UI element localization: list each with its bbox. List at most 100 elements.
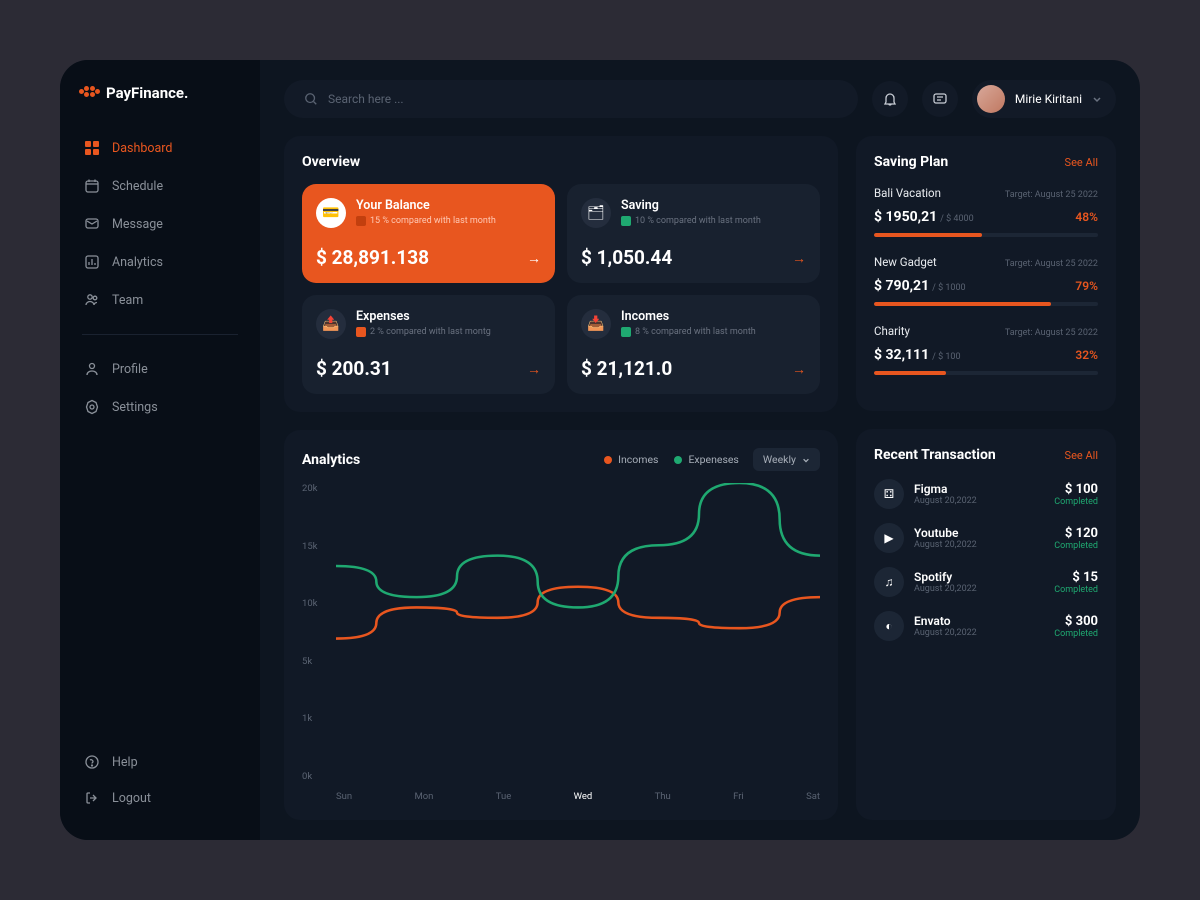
transactions-list: ⚃ FigmaAugust 20,2022 $ 100Completed ▶ Y… [874,479,1098,641]
plan-total: / $ 100 [932,352,960,362]
legend-expenses: Expeneses [674,453,738,466]
transaction-row[interactable]: ♫ SpotifyAugust 20,2022 $ 15Completed [874,567,1098,597]
card-value: $ 21,121.0 [581,357,806,380]
sidebar-item-schedule[interactable]: Schedule [72,168,248,204]
transaction-name: Youtube [914,526,1044,540]
sidebar-item-label: Dashboard [112,141,172,156]
plan-amount: $ 32,111 [874,347,929,363]
logo-icon [82,84,100,102]
overview-cards: 💳 Your Balance 15 % compared with last m… [302,184,820,394]
saving-plan[interactable]: Charity Target: August 25 2022 $ 32,111/ … [874,324,1098,375]
period-select[interactable]: Weekly [753,448,820,471]
sidebar-item-logout[interactable]: Logout [72,780,248,816]
card-sub: 15 % compared with last month [356,216,541,226]
divider [82,334,238,335]
transaction-name: Envato [914,614,1044,628]
transaction-icon: ◐ [874,611,904,641]
card-sub: 10 % compared with last month [621,216,806,226]
transaction-amount: $ 300 [1054,614,1098,629]
card-saving[interactable]: 🗂 Saving 10 % compared with last month $… [567,184,820,283]
sidebar-item-label: Logout [112,791,151,806]
transaction-amount: $ 120 [1054,526,1098,541]
transaction-row[interactable]: ◐ EnvatoAugust 20,2022 $ 300Completed [874,611,1098,641]
nav-main: Dashboard Schedule Message Analytics Tea… [60,130,260,318]
transaction-status: Completed [1054,497,1098,507]
arrow-right-icon: → [792,361,806,378]
chevron-down-icon [1092,94,1102,104]
profile-icon [84,361,100,377]
search-icon [304,92,318,106]
transaction-row[interactable]: ▶ YoutubeAugust 20,2022 $ 120Completed [874,523,1098,553]
card-label: Saving [621,198,806,213]
overview-panel: Overview 💳 Your Balance 15 % compared wi… [284,136,838,412]
card-label: Your Balance [356,198,541,213]
analytics-chart: 20k15k10k5k1k0k SunMonTueWedThuFriSat [302,483,820,802]
sidebar-item-label: Profile [112,362,148,377]
plan-name: Charity [874,324,910,338]
plan-target: Target: August 25 2022 [1005,328,1098,338]
logout-icon [84,790,100,806]
transaction-status: Completed [1054,629,1098,639]
transaction-amount: $ 15 [1054,570,1098,585]
transaction-icon: ▶ [874,523,904,553]
sidebar-item-profile[interactable]: Profile [72,351,248,387]
content-grid: Overview 💳 Your Balance 15 % compared wi… [284,136,1116,820]
progress-bar [874,371,1098,375]
sidebar-item-label: Schedule [112,179,163,194]
wallet-icon: 💳 [316,198,346,228]
messages-button[interactable] [922,81,958,117]
transaction-status: Completed [1054,541,1098,551]
sidebar-item-message[interactable]: Message [72,206,248,242]
sidebar-item-settings[interactable]: Settings [72,389,248,425]
sidebar-item-team[interactable]: Team [72,282,248,318]
transactions-see-all[interactable]: See All [1065,449,1098,462]
chevron-down-icon [802,456,810,464]
plan-name: New Gadget [874,255,937,269]
transaction-date: August 20,2022 [914,496,1044,506]
calendar-icon [84,178,100,194]
sidebar-item-label: Team [112,293,143,308]
transaction-name: Figma [914,482,1044,496]
plan-total: / $ 1000 [932,283,965,293]
sidebar-item-label: Analytics [112,255,163,270]
sidebar-item-label: Settings [112,400,158,415]
user-menu[interactable]: Mirie Kiritani [972,80,1116,118]
y-axis-labels: 20k15k10k5k1k0k [302,483,318,782]
arrow-right-icon: → [792,250,806,267]
legend-incomes: Incomes [604,453,658,466]
card-value: $ 200.31 [316,357,541,380]
logo[interactable]: PayFinance. [60,84,260,102]
card-incomes[interactable]: 📥 Incomes 8 % compared with last month $… [567,295,820,394]
help-icon [84,754,100,770]
sidebar-item-dashboard[interactable]: Dashboard [72,130,248,166]
search-input[interactable]: Search here ... [284,80,858,118]
chart-legend: Incomes Expeneses [604,453,739,466]
sidebar: PayFinance. Dashboard Schedule Message A… [60,60,260,840]
logo-text: PayFinance. [106,84,188,102]
progress-bar [874,302,1098,306]
transaction-icon: ♫ [874,567,904,597]
chart-icon [84,254,100,270]
dashboard-icon [84,140,100,156]
plan-percent: 32% [1075,348,1098,362]
saving-plan[interactable]: Bali VacationTarget: August 25 2022 $ 19… [874,186,1098,237]
saving-plan[interactable]: New GadgetTarget: August 25 2022 $ 790,2… [874,255,1098,306]
saving-see-all[interactable]: See All [1065,156,1098,169]
overview-title: Overview [302,154,820,170]
card-balance[interactable]: 💳 Your Balance 15 % compared with last m… [302,184,555,283]
transaction-row[interactable]: ⚃ FigmaAugust 20,2022 $ 100Completed [874,479,1098,509]
arrow-right-icon: → [527,250,541,267]
card-expenses[interactable]: 📤 Expenses 2 % compared with last montg … [302,295,555,394]
analytics-title: Analytics [302,452,360,468]
plan-percent: 79% [1075,279,1098,293]
nav-secondary: Profile Settings [60,351,260,425]
sidebar-item-help[interactable]: Help [72,744,248,780]
chart-svg [336,483,820,690]
plan-amount: $ 790,21 [874,278,929,294]
plan-target: Target: August 25 2022 [1005,190,1098,200]
right-column: Saving Plan See All Bali VacationTarget:… [856,136,1116,820]
sidebar-item-analytics[interactable]: Analytics [72,244,248,280]
notifications-button[interactable] [872,81,908,117]
transaction-date: August 20,2022 [914,540,1044,550]
transaction-status: Completed [1054,585,1098,595]
